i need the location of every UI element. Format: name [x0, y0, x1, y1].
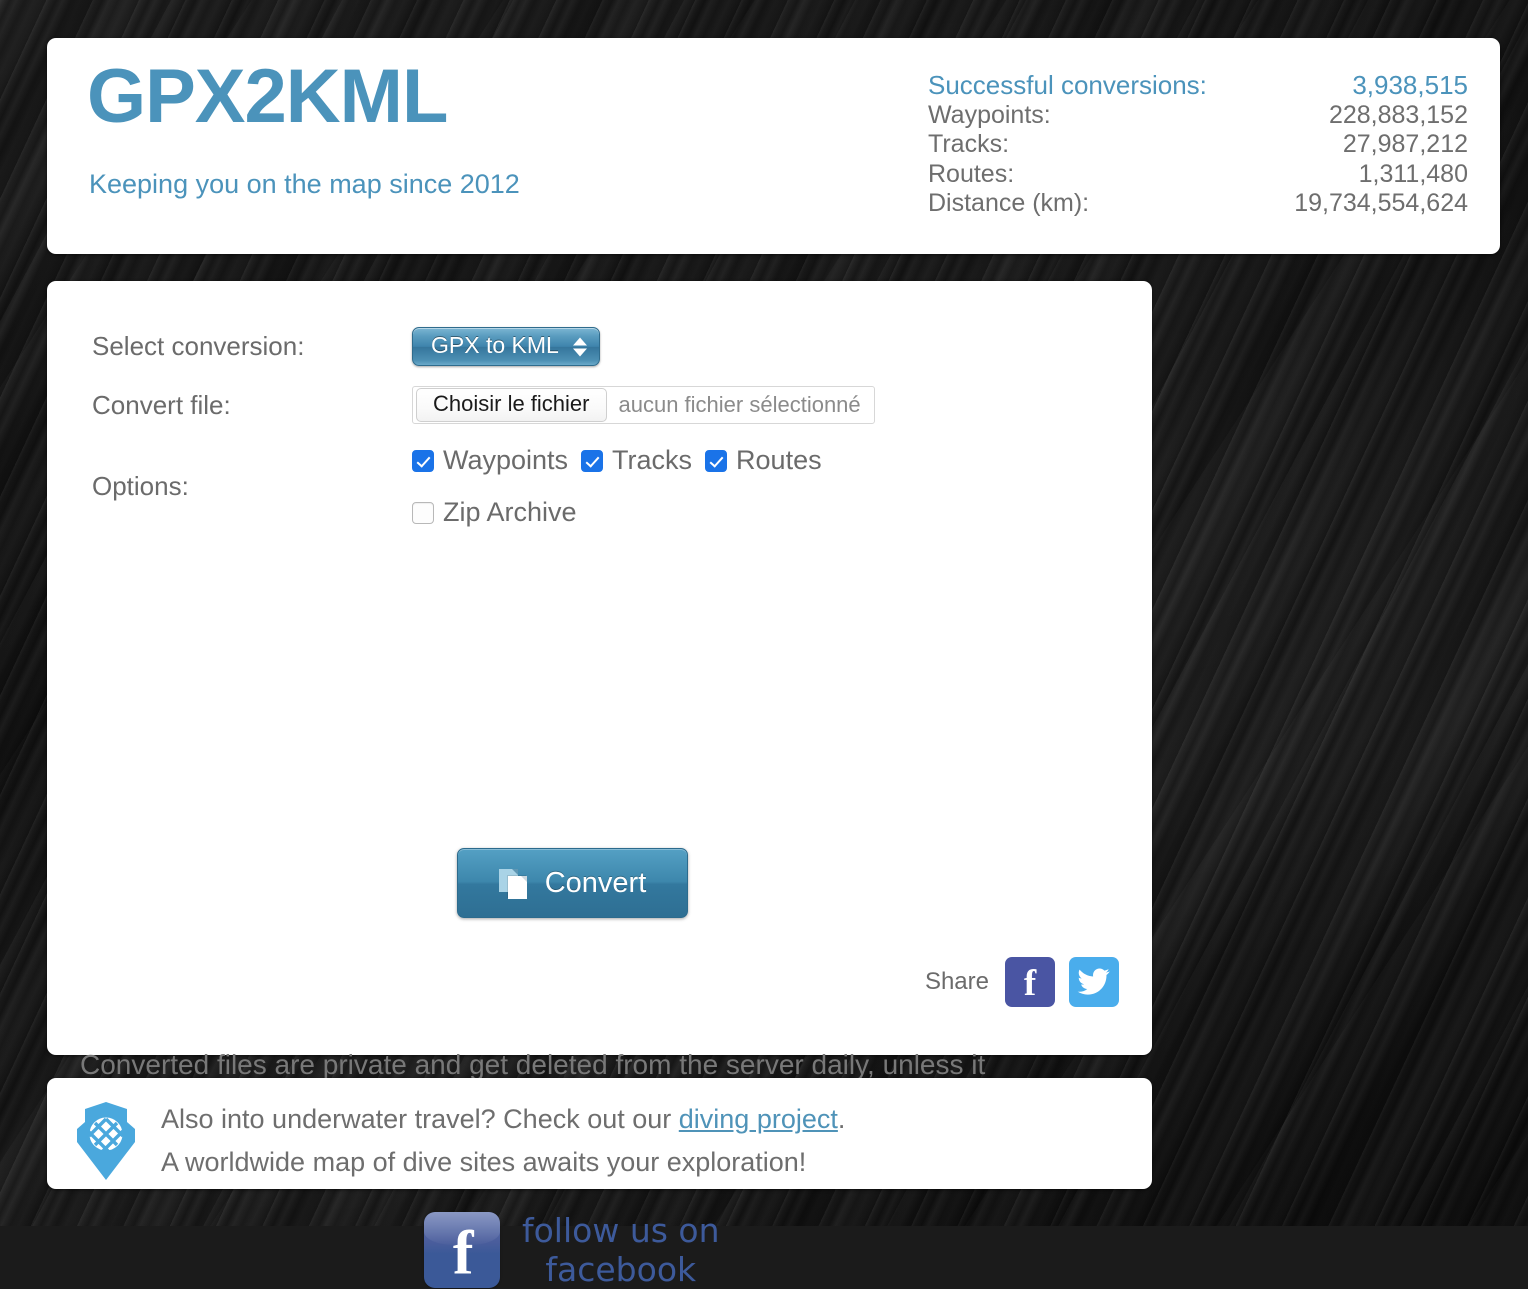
file-row: Convert file: Choisir le fichier aucun f…	[92, 386, 875, 424]
follow-us-on-facebook-badge[interactable]: f follow us on facebook	[424, 1211, 720, 1289]
stat-value: 19,734,554,624	[1294, 189, 1468, 217]
checkbox-waypoints[interactable]	[412, 449, 434, 472]
site-logo: GPX2KML	[87, 54, 448, 139]
copy-pages-icon	[498, 867, 532, 900]
facebook-f-glyph: f	[452, 1219, 474, 1288]
options-group: Waypoints Tracks Routes Zip Archive	[412, 445, 822, 528]
checkbox-routes[interactable]	[705, 449, 728, 472]
stat-row-successful-conversions: Successful conversions: 3,938,515	[928, 70, 1468, 101]
share-label: Share	[924, 968, 989, 995]
dive-map-pin-icon	[77, 1102, 135, 1180]
conversion-select[interactable]: GPX to KML	[412, 327, 600, 366]
facebook-logo-icon: f	[424, 1212, 500, 1288]
follow-line-1: follow us on	[522, 1211, 720, 1250]
twitter-share-icon[interactable]	[1069, 957, 1119, 1007]
option-tracks[interactable]: Tracks	[581, 445, 692, 476]
options-line-2: Zip Archive	[412, 497, 822, 528]
select-conversion-label: Select conversion:	[92, 331, 305, 361]
stat-row-distance: Distance (km): 19,734,554,624	[928, 189, 1468, 219]
diving-project-link[interactable]: diving project	[679, 1104, 838, 1134]
stat-value: 228,883,152	[1328, 100, 1468, 129]
diving-promo-text: Also into underwater travel? Check out o…	[161, 1098, 845, 1184]
options-line-1: Waypoints Tracks Routes	[412, 445, 822, 476]
conversion-stats: Successful conversions: 3,938,515 Waypoi…	[928, 70, 1468, 219]
options-row: Options: Waypoints Tracks Routes Zip Arc…	[92, 445, 822, 528]
stat-row-tracks: Tracks: 27,987,212	[928, 130, 1468, 160]
follow-text: follow us on facebook	[522, 1211, 720, 1289]
checkbox-tracks[interactable]	[581, 449, 604, 472]
stat-label: Tracks:	[928, 130, 1010, 158]
file-status-text: aucun fichier sélectionné	[618, 392, 861, 417]
convert-button[interactable]: Convert	[457, 848, 688, 918]
footer-line-1: Also into underwater travel? Check out o…	[161, 1098, 845, 1141]
file-input-control[interactable]: Choisir le fichier aucun fichier sélecti…	[412, 386, 875, 424]
site-tagline: Keeping you on the map since 2012	[89, 169, 520, 199]
stat-label: Successful conversions:	[928, 70, 1207, 100]
stat-value: 3,938,515	[1352, 70, 1468, 100]
stat-row-waypoints: Waypoints: 228,883,152	[928, 101, 1468, 131]
facebook-share-icon[interactable]: f	[1005, 957, 1055, 1007]
diving-promo-card: Also into underwater travel? Check out o…	[47, 1078, 1152, 1189]
twitter-bird-icon	[1077, 968, 1110, 995]
facebook-f-glyph: f	[1023, 962, 1037, 1004]
follow-line-2: facebook	[545, 1250, 697, 1289]
diving-promo-content: Also into underwater travel? Check out o…	[71, 1098, 845, 1184]
stat-label: Routes:	[928, 159, 1015, 188]
checkbox-zip-archive[interactable]	[412, 501, 434, 524]
options-label: Options:	[92, 471, 189, 501]
option-zip-archive[interactable]: Zip Archive	[412, 497, 577, 528]
conversion-row: Select conversion: GPX to KML	[92, 327, 600, 366]
option-label: Zip Archive	[443, 497, 577, 527]
conversion-select-wrapper: GPX to KML	[412, 327, 600, 366]
option-routes[interactable]: Routes	[705, 445, 822, 476]
stat-label: Distance (km):	[928, 189, 1090, 217]
option-waypoints[interactable]: Waypoints	[412, 445, 568, 476]
choose-file-button[interactable]: Choisir le fichier	[416, 388, 607, 422]
share-row: Share f	[925, 957, 1119, 1007]
option-label: Tracks	[612, 445, 693, 475]
footer-text-before-link: Also into underwater travel? Check out o…	[161, 1104, 679, 1134]
stat-row-routes: Routes: 1,311,480	[928, 160, 1468, 190]
footer-line-2: A worldwide map of dive sites awaits you…	[161, 1147, 807, 1177]
option-label: Routes	[736, 445, 822, 475]
converter-card: Select conversion: GPX to KML Convert fi…	[47, 281, 1152, 1289]
option-label: Waypoints	[443, 445, 569, 475]
convert-button-label: Convert	[544, 866, 647, 899]
convert-file-label: Convert file:	[92, 389, 231, 420]
header-card: GPX2KML Keeping you on the map since 201…	[47, 38, 1500, 254]
stat-label: Waypoints:	[928, 100, 1051, 129]
stat-value: 1,311,480	[1358, 159, 1468, 188]
stat-value: 27,987,212	[1342, 130, 1468, 158]
footer-text-after-link: .	[837, 1104, 846, 1134]
